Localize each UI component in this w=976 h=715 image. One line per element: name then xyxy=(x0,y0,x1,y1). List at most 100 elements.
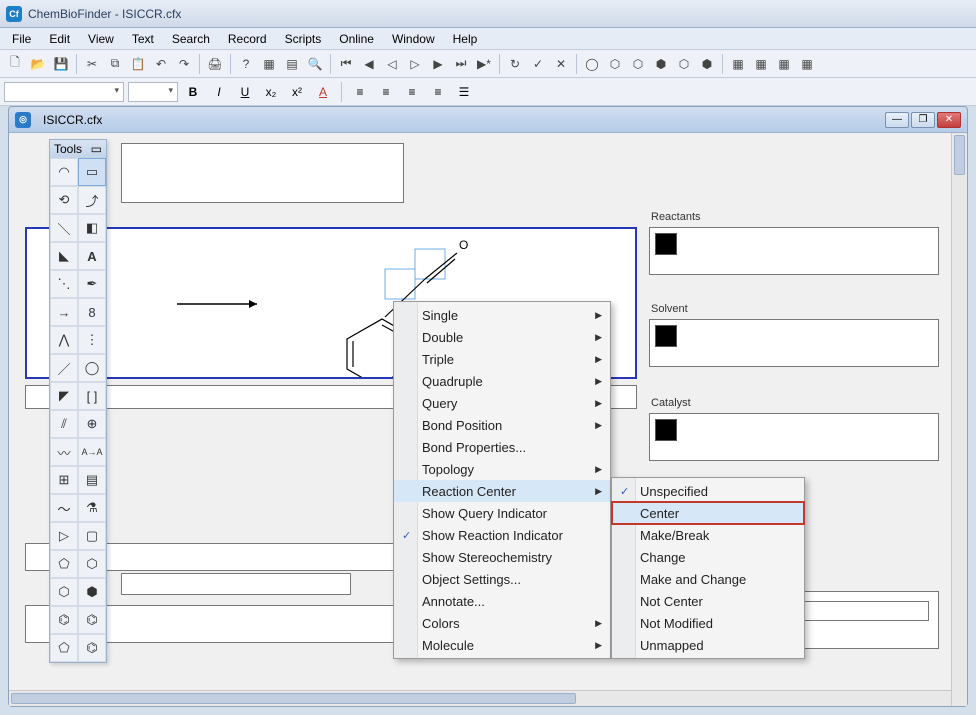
db1-icon[interactable]: ▦ xyxy=(727,53,749,75)
db4-icon[interactable]: ▦ xyxy=(796,53,818,75)
eraser-tool-icon[interactable]: ◧ xyxy=(78,214,106,242)
vertical-scrollbar[interactable] xyxy=(951,133,967,706)
orbital-tool-icon[interactable]: 8 xyxy=(78,298,106,326)
cyclopentane-tool-icon[interactable]: ⬠ xyxy=(50,634,78,662)
menu-edit[interactable]: Edit xyxy=(41,30,78,48)
octagon-tool-icon[interactable]: ⬢ xyxy=(78,578,106,606)
benzene-tool-icon[interactable]: ⌬ xyxy=(78,634,106,662)
ctx-item-double[interactable]: Double▶ xyxy=(394,326,610,348)
align-center-icon[interactable]: ≡ xyxy=(375,81,397,103)
submenu-item-not-modified[interactable]: Not Modified xyxy=(612,612,804,634)
refresh-icon[interactable]: ↻ xyxy=(504,53,526,75)
align-justify-icon[interactable]: ≡ xyxy=(427,81,449,103)
doublebond-tool-icon[interactable]: ⫽ xyxy=(50,410,78,438)
circle1-icon[interactable]: ◯ xyxy=(581,53,603,75)
ctx-item-quadruple[interactable]: Quadruple▶ xyxy=(394,370,610,392)
first-record-icon[interactable]: ⏮ xyxy=(335,53,357,75)
ctx-item-show-query-indicator[interactable]: Show Query Indicator xyxy=(394,502,610,524)
ctx-item-triple[interactable]: Triple▶ xyxy=(394,348,610,370)
submenu-item-make-and-change[interactable]: Make and Change xyxy=(612,568,804,590)
close-button[interactable]: ✕ xyxy=(937,112,961,128)
ctx-item-bond-position[interactable]: Bond Position▶ xyxy=(394,414,610,436)
ctx-item-topology[interactable]: Topology▶ xyxy=(394,458,610,480)
structure5-icon[interactable]: ⬢ xyxy=(696,53,718,75)
menu-text[interactable]: Text xyxy=(124,30,162,48)
menu-file[interactable]: File xyxy=(4,30,39,48)
checkmark-icon[interactable]: ✓ xyxy=(527,53,549,75)
superscript-button[interactable]: x² xyxy=(286,81,308,103)
next-record-icon[interactable]: ▷ xyxy=(404,53,426,75)
structure3-icon[interactable]: ⬢ xyxy=(650,53,672,75)
template-tool-icon[interactable]: ▤ xyxy=(78,466,106,494)
tools-palette[interactable]: Tools ▭ ◠ ▭ ⟲ ⤴ ＼ ◧ ◣ A ⋱ ✒ → 8 ⋀ ⋮ ／ ◯ … xyxy=(49,139,107,663)
catalyst-box[interactable] xyxy=(649,413,939,461)
reactants-box[interactable] xyxy=(649,227,939,275)
ctx-item-bond-properties-[interactable]: Bond Properties... xyxy=(394,436,610,458)
prev-record-icon[interactable]: ◁ xyxy=(381,53,403,75)
cut-icon[interactable]: ✂ xyxy=(81,53,103,75)
ctx-item-annotate-[interactable]: Annotate... xyxy=(394,590,610,612)
heptagon-tool-icon[interactable]: ⬡ xyxy=(50,578,78,606)
prev-page-icon[interactable]: ◀ xyxy=(358,53,380,75)
align-right-icon[interactable]: ≡ xyxy=(401,81,423,103)
print-icon[interactable]: 🖨 xyxy=(204,53,226,75)
menu-search[interactable]: Search xyxy=(164,30,218,48)
flask-tool-icon[interactable]: ⚗ xyxy=(78,494,106,522)
chair-tool-icon[interactable]: ⌬ xyxy=(50,606,78,634)
menu-online[interactable]: Online xyxy=(331,30,382,48)
ring-tool-icon[interactable]: ◯ xyxy=(78,354,106,382)
bold-button[interactable]: B xyxy=(182,81,204,103)
rotate-tool-icon[interactable]: ⟲ xyxy=(50,186,78,214)
new-icon[interactable]: 🗋 xyxy=(4,53,26,75)
text-tool-icon[interactable]: A xyxy=(78,242,106,270)
menu-view[interactable]: View xyxy=(80,30,122,48)
ctx-item-molecule[interactable]: Molecule▶ xyxy=(394,634,610,656)
form-icon[interactable]: ▤ xyxy=(281,53,303,75)
form-field-3[interactable] xyxy=(121,573,351,595)
ctx-item-object-settings-[interactable]: Object Settings... xyxy=(394,568,610,590)
submenu-item-center[interactable]: Center xyxy=(612,502,804,524)
maximize-button[interactable]: ❐ xyxy=(911,112,935,128)
lonepair-tool-icon[interactable]: ⋮ xyxy=(78,326,106,354)
zoom-icon[interactable]: 🔍 xyxy=(304,53,326,75)
charge-tool-icon[interactable]: ⊕ xyxy=(78,410,106,438)
play-tool-icon[interactable]: ▷ xyxy=(50,522,78,550)
submenu-item-not-center[interactable]: Not Center xyxy=(612,590,804,612)
pentagon-tool-icon[interactable]: ⬠ xyxy=(50,550,78,578)
menu-record[interactable]: Record xyxy=(220,30,275,48)
submenu-item-unmapped[interactable]: Unmapped xyxy=(612,634,804,656)
submenu-item-change[interactable]: Change xyxy=(612,546,804,568)
font-size-combo[interactable] xyxy=(128,82,178,102)
marquee-tool-icon[interactable]: ▭ xyxy=(78,158,106,186)
structure1-icon[interactable]: ⬡ xyxy=(604,53,626,75)
copy-icon[interactable]: ⧉ xyxy=(104,53,126,75)
dashed-bond-tool-icon[interactable]: ⋱ xyxy=(50,270,78,298)
subscript-button[interactable]: x₂ xyxy=(260,81,282,103)
font-family-combo[interactable] xyxy=(4,82,124,102)
lasso-tool-icon[interactable]: ◠ xyxy=(50,158,78,186)
palette-menu-icon[interactable]: ▭ xyxy=(91,142,102,156)
ctx-item-colors[interactable]: Colors▶ xyxy=(394,612,610,634)
bracket-tool-icon[interactable]: [ ] xyxy=(78,382,106,410)
submenu-item-make-break[interactable]: Make/Break xyxy=(612,524,804,546)
menu-scripts[interactable]: Scripts xyxy=(277,30,330,48)
line-tool-icon[interactable]: ／ xyxy=(50,354,78,382)
next-page-icon[interactable]: ▶ xyxy=(427,53,449,75)
paste-icon[interactable]: 📋 xyxy=(127,53,149,75)
list-icon[interactable]: ☰ xyxy=(453,81,475,103)
submenu-item-unspecified[interactable]: Unspecified✓ xyxy=(612,480,804,502)
select-icon[interactable]: ▦ xyxy=(258,53,280,75)
wedge-tool-icon[interactable]: ◣ xyxy=(50,242,78,270)
ctx-item-query[interactable]: Query▶ xyxy=(394,392,610,414)
solvent-box[interactable] xyxy=(649,319,939,367)
reaction-center-submenu[interactable]: Unspecified✓CenterMake/BreakChangeMake a… xyxy=(611,477,805,659)
horizontal-scrollbar[interactable] xyxy=(9,690,951,706)
menu-window[interactable]: Window xyxy=(384,30,443,48)
minimize-button[interactable]: — xyxy=(885,112,909,128)
underline-button[interactable]: U xyxy=(234,81,256,103)
wave-tool-icon[interactable]: 〰 xyxy=(50,438,78,466)
rect-tool-icon[interactable]: ▢ xyxy=(78,522,106,550)
db3-icon[interactable]: ▦ xyxy=(773,53,795,75)
font-color-button[interactable]: A xyxy=(312,81,334,103)
atom-map-tool-icon[interactable]: A→A xyxy=(78,438,106,466)
